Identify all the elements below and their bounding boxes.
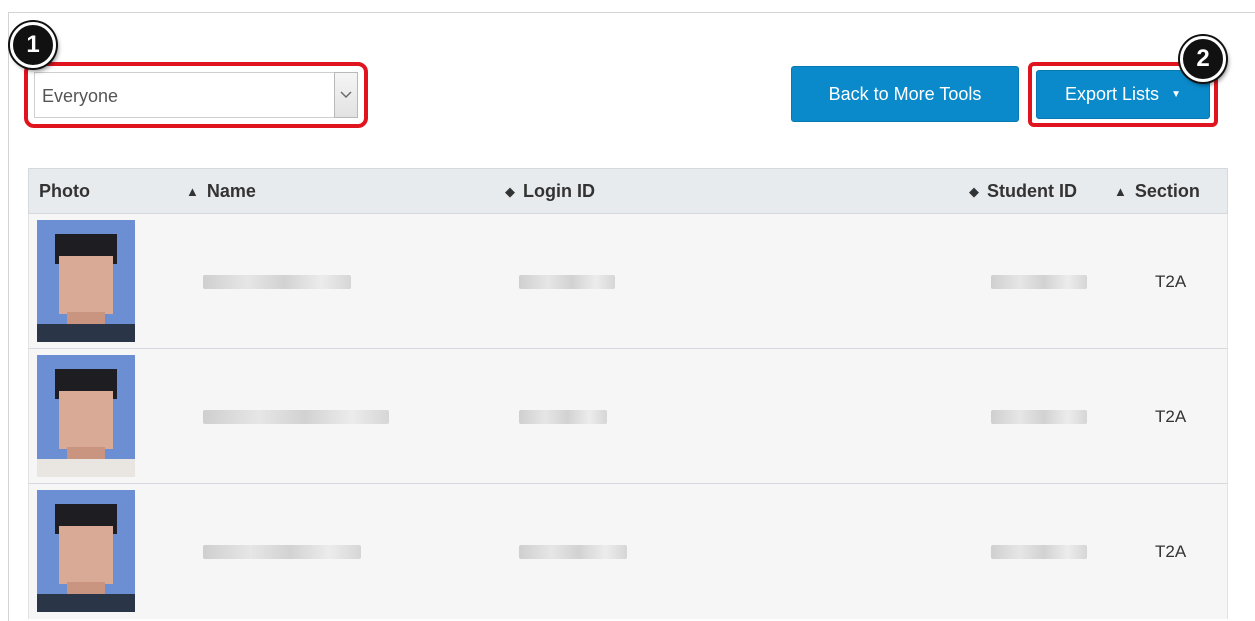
table-row: T2A (28, 349, 1228, 484)
section-value: T2A (1155, 407, 1187, 426)
student-id-redacted (991, 410, 1087, 424)
sort-asc-icon: ▲ (186, 184, 199, 199)
panel-top-border (8, 12, 1255, 13)
section-value: T2A (1155, 542, 1187, 561)
column-header-name[interactable]: ▲ Name (186, 181, 256, 202)
login-id-redacted (519, 275, 615, 289)
login-id-redacted (519, 545, 627, 559)
select-highlight: Everyone (24, 62, 368, 128)
student-photo (37, 490, 135, 612)
roster-table: Photo ▲ Name ◆ Login ID ◆ Student ID ▲ S… (28, 168, 1228, 619)
table-row: T2A (28, 214, 1228, 349)
sort-icon: ◆ (969, 183, 979, 199)
select-value: Everyone (42, 86, 119, 106)
name-redacted (203, 275, 351, 289)
table-row: T2A (28, 484, 1228, 619)
sort-icon: ◆ (505, 183, 515, 199)
student-id-redacted (991, 275, 1087, 289)
sort-asc-icon: ▲ (1114, 184, 1127, 199)
export-lists-label: Export Lists (1065, 84, 1160, 104)
column-header-login-id[interactable]: ◆ Login ID (505, 181, 595, 202)
callout-badge-2: 2 (1180, 36, 1226, 82)
login-id-redacted (519, 410, 607, 424)
chevron-down-icon[interactable] (334, 72, 358, 118)
section-value: T2A (1155, 272, 1187, 291)
caret-down-icon: ▼ (1171, 89, 1181, 100)
student-id-redacted (991, 545, 1087, 559)
section-filter-select[interactable]: Everyone (34, 72, 358, 118)
column-header-photo: Photo (39, 181, 90, 201)
student-photo (37, 355, 135, 477)
table-header: Photo ▲ Name ◆ Login ID ◆ Student ID ▲ S… (28, 168, 1228, 214)
name-redacted (203, 545, 361, 559)
column-header-student-id[interactable]: ◆ Student ID (969, 181, 1077, 202)
panel-left-border (8, 12, 9, 621)
back-to-more-tools-button[interactable]: Back to More Tools (791, 66, 1019, 122)
student-photo (37, 220, 135, 342)
callout-badge-1: 1 (10, 22, 56, 68)
column-header-section[interactable]: ▲ Section (1114, 181, 1200, 202)
name-redacted (203, 410, 389, 424)
export-lists-button[interactable]: Export Lists ▼ (1036, 70, 1210, 119)
